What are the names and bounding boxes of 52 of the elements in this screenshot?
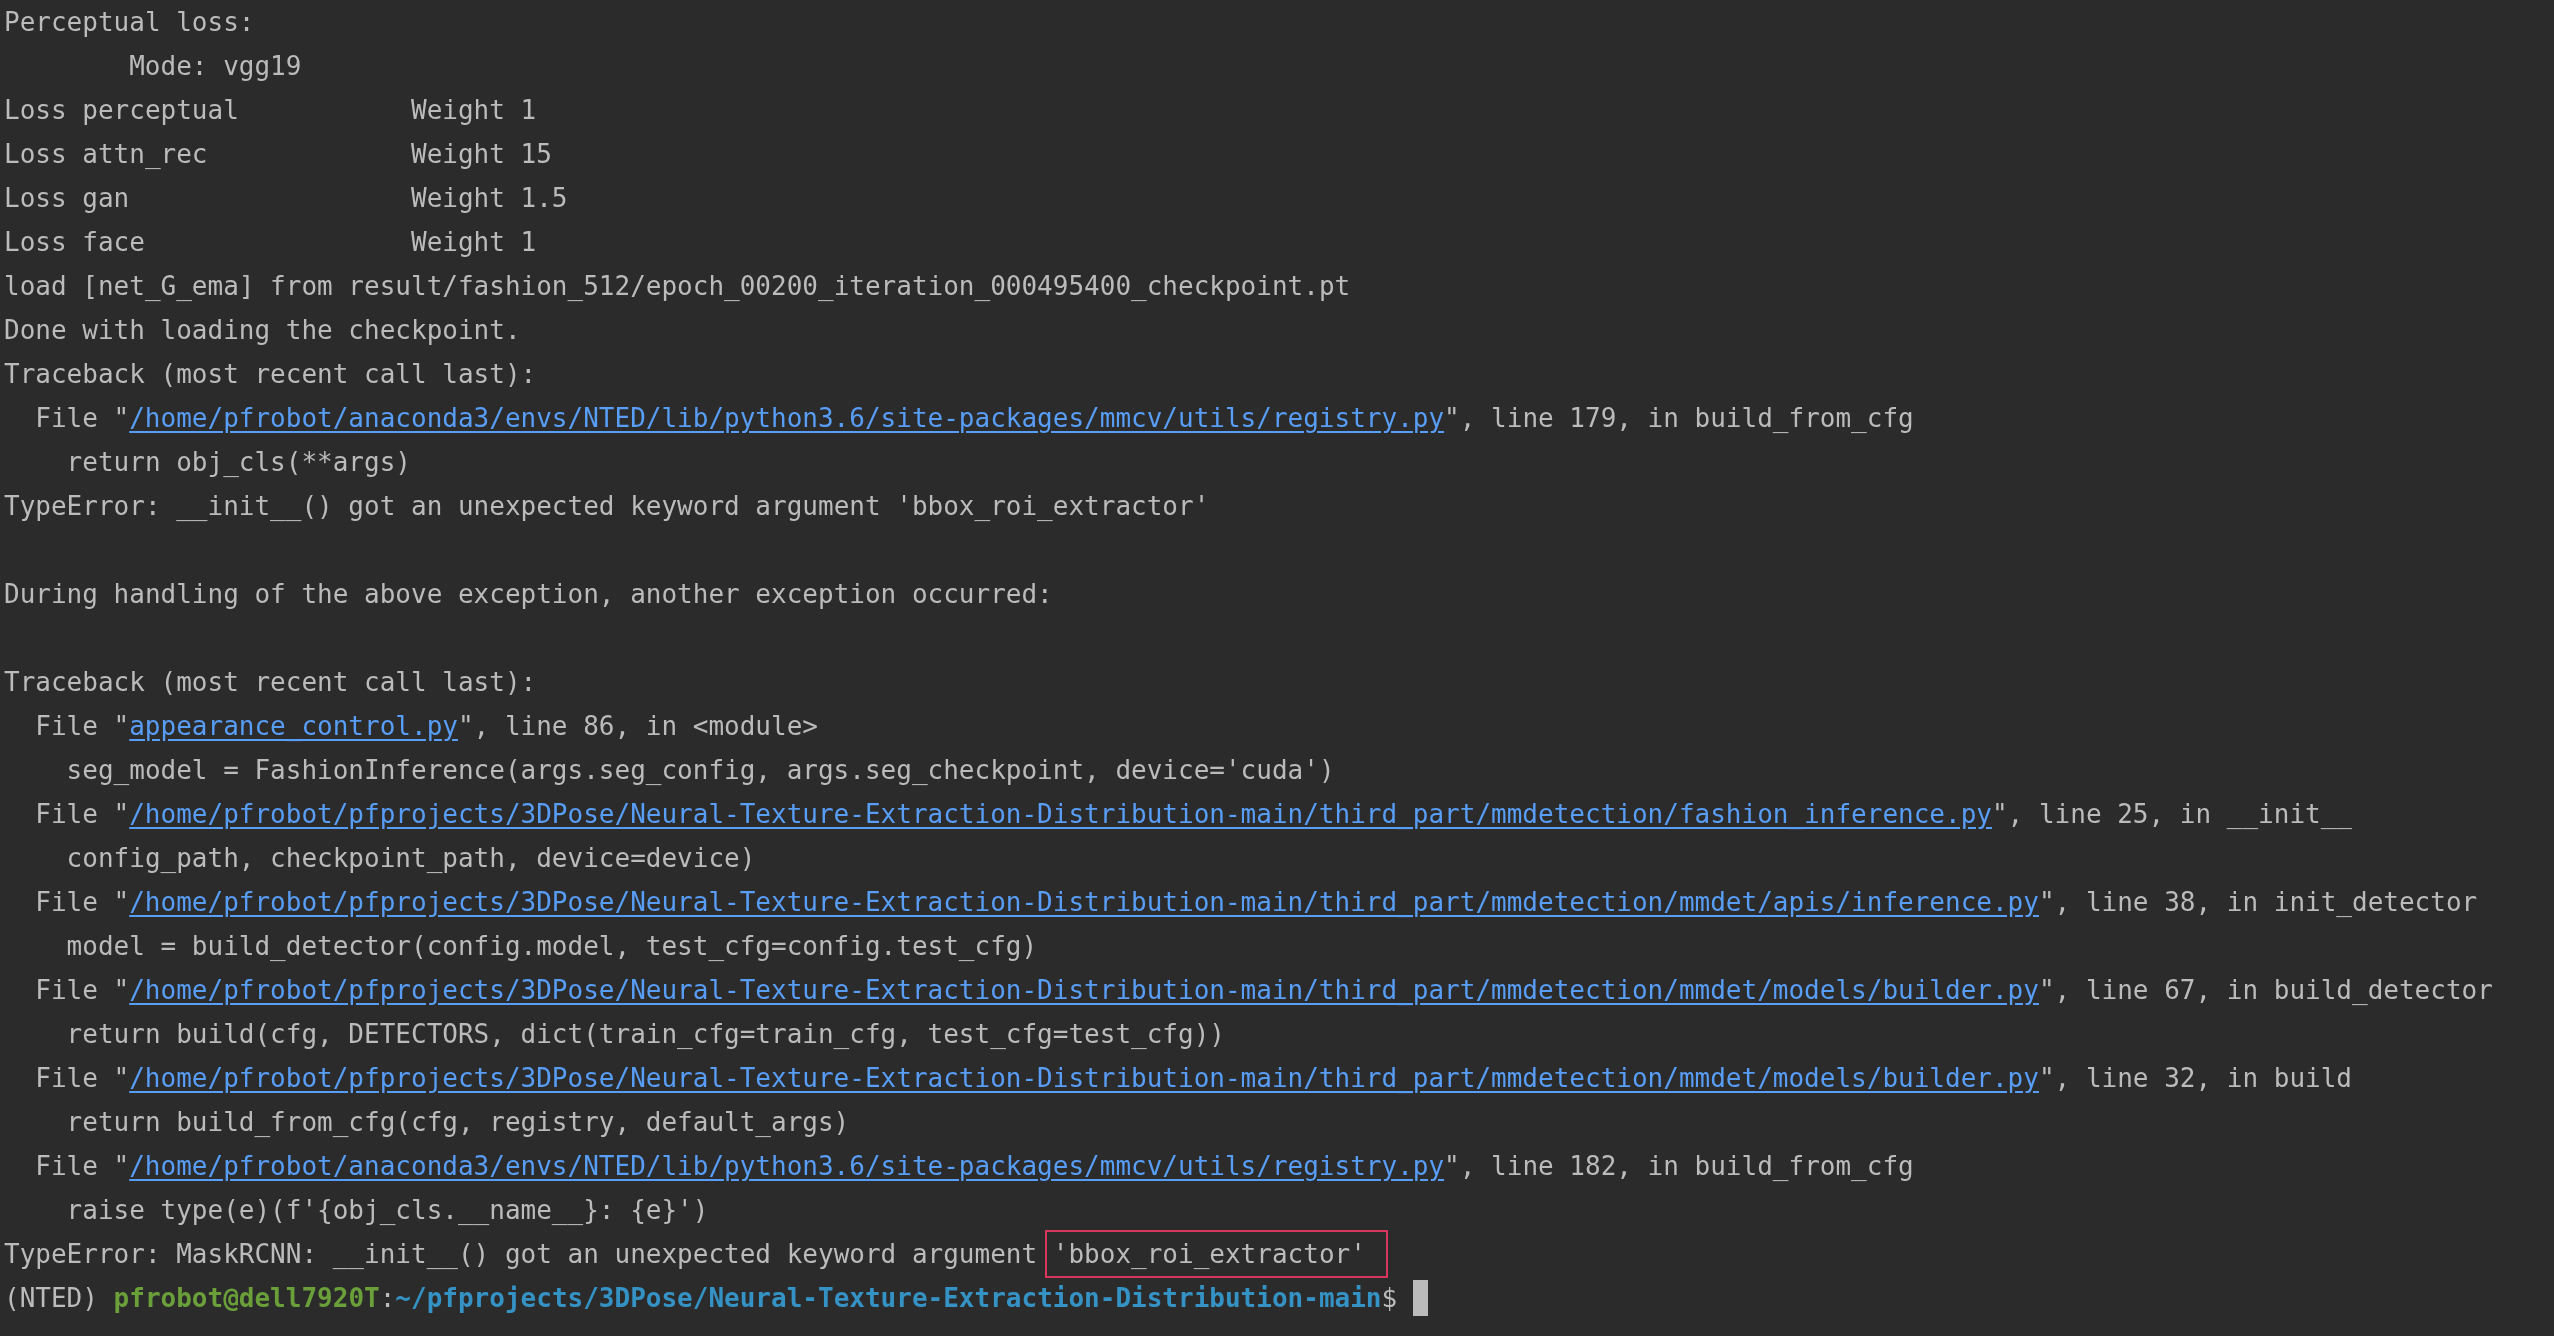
text-cursor bbox=[1412, 1280, 1428, 1316]
line-info: ", line 25, in __init__ bbox=[1991, 798, 2352, 831]
highlighted-text: 'bbox_roi_extractor' bbox=[1044, 1230, 1388, 1278]
file-prefix: File " bbox=[35, 974, 130, 1007]
code-line: return build_from_cfg(cfg, registry, default_args) bbox=[65, 1106, 851, 1139]
env-name: (NTED) bbox=[4, 1282, 99, 1315]
code-line: config_path, checkpoint_path, device=device) bbox=[65, 842, 757, 875]
line-info: ", line 86, in <module> bbox=[457, 710, 818, 743]
file-link[interactable]: /home/pfrobot/pfprojects/3DPose/Neural-Texture-Extraction-Distribution-main/third_part/mmdetection/mmdet/models/builder.py bbox=[129, 1056, 2039, 1100]
line-info: ", line 179, in build_from_cfg bbox=[1444, 402, 1914, 435]
error-message: TypeError: MaskRCNN: __init__() got an unexpected keyword argument bbox=[4, 1238, 1039, 1271]
prompt-separator: : bbox=[379, 1282, 396, 1315]
file-prefix: File " bbox=[35, 886, 130, 919]
file-link[interactable]: appearance_control.py bbox=[129, 704, 458, 748]
loss-name: Loss attn_rec bbox=[4, 138, 209, 171]
file-link[interactable]: /home/pfrobot/pfprojects/3DPose/Neural-Texture-Extraction-Distribution-main/third_part/mmdetection/fashion_inference.py bbox=[129, 792, 1992, 836]
line-info: ", line 38, in init_detector bbox=[2038, 886, 2478, 919]
line-info: ", line 32, in build bbox=[2038, 1062, 2352, 1095]
output-line: During handling of the above exception, another exception occurred: bbox=[4, 578, 1054, 611]
file-prefix: File " bbox=[35, 1150, 130, 1183]
code-line: return obj_cls(**args) bbox=[65, 446, 412, 479]
loss-weight: Weight 1.5 bbox=[411, 182, 568, 215]
code-line: seg_model = FashionInference(args.seg_config, args.seg_checkpoint, device='cuda') bbox=[65, 754, 1336, 787]
loss-name: Loss perceptual bbox=[4, 94, 240, 127]
output-line: Traceback (most recent call last): bbox=[4, 666, 538, 699]
prompt-path: ~/pfprojects/3DPose/Neural-Texture-Extraction-Distribution-main bbox=[395, 1282, 1382, 1315]
loss-weight: Weight 1 bbox=[411, 226, 537, 259]
file-link[interactable]: /home/pfrobot/pfprojects/3DPose/Neural-Texture-Extraction-Distribution-main/third_part/mmdetection/mmdet/models/builder.py bbox=[129, 968, 2039, 1012]
prompt-user: pfrobot@dell7920T bbox=[113, 1282, 380, 1315]
output-line: Done with loading the checkpoint. bbox=[4, 314, 522, 347]
loss-name: Loss face bbox=[4, 226, 146, 259]
output-line: load [net_G_ema] from result/fashion_512/epoch_00200_iteration_000495400_checkpoint.pt bbox=[4, 270, 1352, 303]
loss-weight: Weight 1 bbox=[411, 94, 537, 127]
file-link[interactable]: /home/pfrobot/pfprojects/3DPose/Neural-Texture-Extraction-Distribution-main/third_part/mmdetection/mmdet/apis/inference.py bbox=[129, 880, 2039, 924]
output-line: Perceptual loss: bbox=[4, 6, 256, 39]
line-info: ", line 67, in build_detector bbox=[2038, 974, 2493, 1007]
code-line: raise type(e)(f'{obj_cls.__name__}: {e}') bbox=[65, 1194, 710, 1227]
file-prefix: File " bbox=[35, 798, 130, 831]
code-line: model = build_detector(config.model, test_cfg=config.test_cfg) bbox=[65, 930, 1039, 963]
file-prefix: File " bbox=[35, 402, 130, 435]
file-link[interactable]: /home/pfrobot/anaconda3/envs/NTED/lib/python3.6/site-packages/mmcv/utils/registry.py bbox=[129, 396, 1445, 440]
file-link[interactable]: /home/pfrobot/anaconda3/envs/NTED/lib/python3.6/site-packages/mmcv/utils/registry.py bbox=[129, 1144, 1445, 1188]
file-prefix: File " bbox=[35, 710, 130, 743]
output-line: Mode: vgg19 bbox=[128, 50, 303, 83]
file-prefix: File " bbox=[35, 1062, 130, 1095]
output-line: Traceback (most recent call last): bbox=[4, 358, 538, 391]
code-line: return build(cfg, DETECTORS, dict(train_cfg=train_cfg, test_cfg=test_cfg)) bbox=[65, 1018, 1226, 1051]
loss-name: Loss gan bbox=[4, 182, 131, 215]
output-line: TypeError: __init__() got an unexpected keyword argument 'bbox_roi_extractor' bbox=[4, 490, 1211, 523]
prompt-symbol: $ bbox=[1381, 1282, 1399, 1315]
line-info: ", line 182, in build_from_cfg bbox=[1444, 1150, 1914, 1183]
loss-weight: Weight 15 bbox=[411, 138, 552, 171]
